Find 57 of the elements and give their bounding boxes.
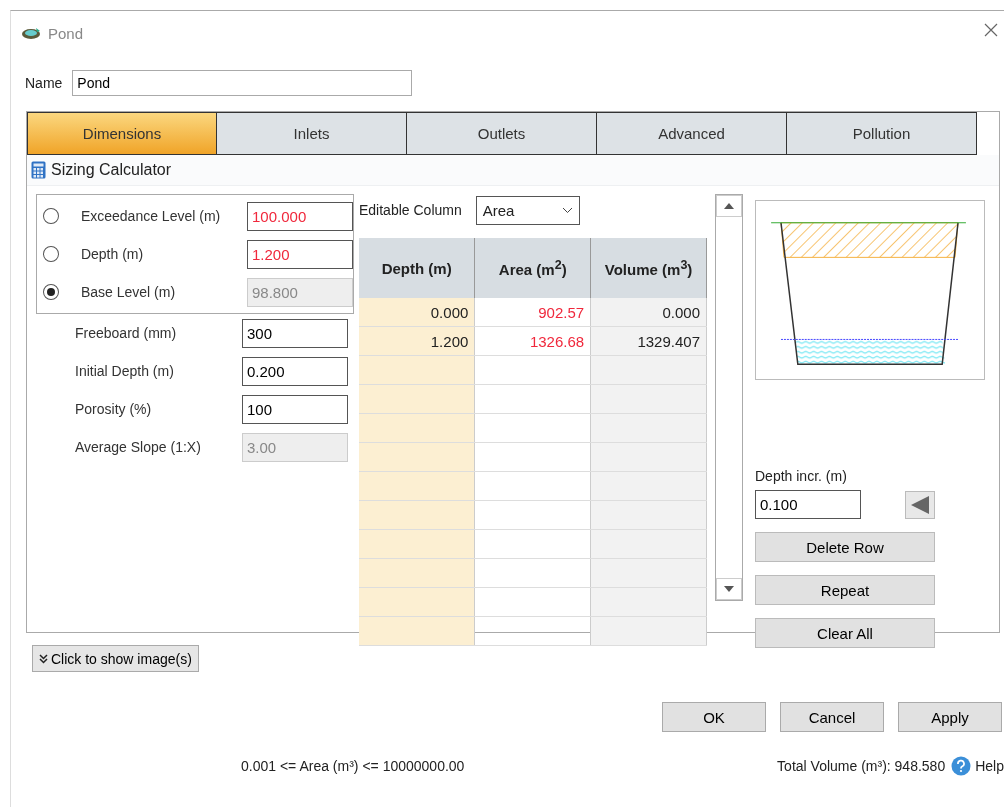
table-cell: 0.000 bbox=[359, 298, 475, 327]
table-cell: 1326.68 bbox=[474, 326, 591, 356]
left-triangle-icon bbox=[911, 495, 929, 514]
double-chevron-icon bbox=[39, 653, 48, 664]
value-field[interactable]: 0.200 bbox=[242, 356, 348, 386]
chevron-icon bbox=[561, 206, 573, 214]
action-button[interactable]: Clear All bbox=[755, 618, 935, 648]
table-cell: 902.57 bbox=[474, 298, 591, 327]
field-label: Initial Depth (m) bbox=[75, 363, 175, 379]
pond-icon bbox=[21, 26, 43, 40]
range-text: 0.001 <= Area (m³) <= 10000000.00 bbox=[241, 758, 465, 774]
show-images-button[interactable]: Click to show image(s) bbox=[32, 645, 199, 672]
table-cell: 0.000 bbox=[590, 298, 707, 327]
field-label: Depth incr. (m) bbox=[755, 468, 848, 484]
name-field[interactable]: Pond bbox=[72, 70, 413, 96]
column-dropdown[interactable]: Area bbox=[475, 195, 580, 225]
field-label: Average Slope (1:X) bbox=[75, 439, 202, 455]
field-label: Freeboard (mm) bbox=[75, 325, 178, 341]
column-header: Depth (m) bbox=[359, 238, 475, 298]
dialog-button[interactable]: Cancel bbox=[780, 702, 884, 732]
radio-button[interactable] bbox=[43, 246, 59, 262]
tab[interactable]: Dimensions bbox=[27, 112, 217, 155]
value-field[interactable]: 1.200 bbox=[247, 239, 353, 269]
help-icon[interactable] bbox=[951, 756, 972, 776]
table-cell: 1329.407 bbox=[590, 326, 707, 356]
tab[interactable]: Pollution bbox=[787, 112, 977, 155]
section-title: Sizing Calculator bbox=[51, 161, 172, 179]
total-volume-text: Total Volume (m³): 948.580 bbox=[777, 758, 946, 774]
tab[interactable]: Inlets bbox=[217, 112, 407, 155]
insert-button[interactable] bbox=[905, 490, 935, 519]
field-label: Depth (m) bbox=[80, 246, 145, 262]
field-label: Base Level (m) bbox=[80, 284, 177, 300]
dialog-button[interactable]: Apply bbox=[898, 702, 1002, 732]
tab[interactable]: Outlets bbox=[407, 112, 597, 155]
field-label: Editable Column bbox=[359, 202, 462, 218]
down-arrow-icon bbox=[724, 586, 734, 592]
name-label: Name bbox=[25, 75, 63, 91]
value-field[interactable]: 300 bbox=[242, 318, 348, 348]
action-button[interactable]: Delete Row bbox=[755, 532, 935, 562]
column-header: Volume (m$^{3}$) bbox=[590, 238, 707, 298]
value-field[interactable]: 100.000 bbox=[247, 201, 353, 231]
calculator-icon bbox=[31, 161, 46, 179]
value-field[interactable]: 0.100 bbox=[755, 490, 861, 519]
tab[interactable]: Advanced bbox=[597, 112, 787, 155]
field-label: Porosity (%) bbox=[75, 401, 153, 417]
action-button[interactable]: Repeat bbox=[755, 575, 935, 605]
close-icon[interactable] bbox=[984, 23, 998, 37]
help-link[interactable]: Help bbox=[975, 758, 1004, 774]
value-field[interactable]: 100 bbox=[242, 394, 348, 424]
field-label: Exceedance Level (m) bbox=[80, 208, 222, 224]
window-title: Pond bbox=[48, 24, 84, 42]
table-cell: 1.200 bbox=[359, 326, 475, 356]
column-header: Area (m$^{2}$) bbox=[474, 238, 591, 298]
up-arrow-icon bbox=[724, 203, 734, 209]
scrollbar[interactable] bbox=[715, 194, 743, 601]
radio-button[interactable] bbox=[43, 208, 59, 224]
dialog-button[interactable]: OK bbox=[662, 702, 766, 732]
